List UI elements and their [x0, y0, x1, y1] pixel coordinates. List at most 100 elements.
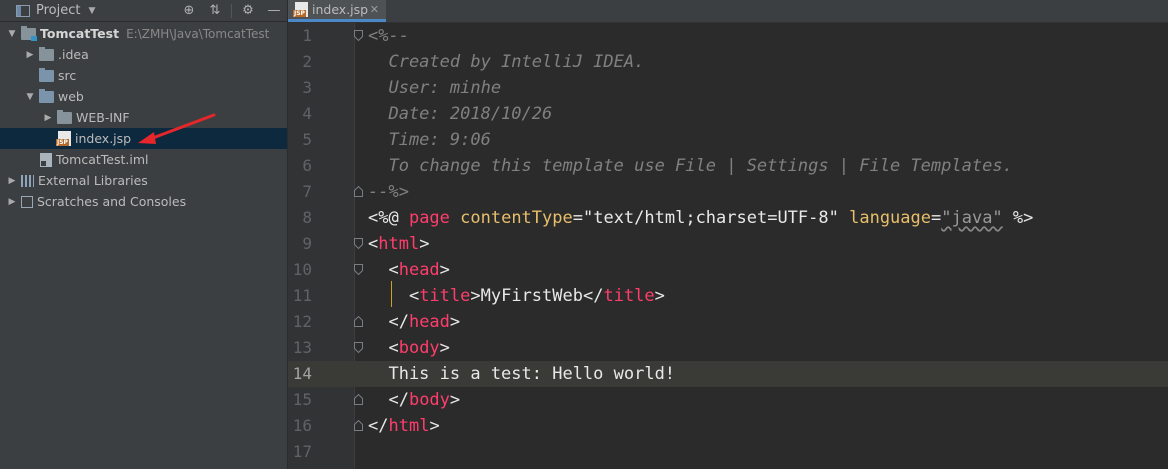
code-token: Date: 2018/10/26 [368, 104, 553, 124]
tree-item-src[interactable]: src [0, 65, 287, 86]
tree-item-tomcattest[interactable]: ▼ TomcatTest E:\ZMH\Java\TomcatTest [0, 23, 287, 44]
chevron-down-icon[interactable]: ▼ [24, 92, 36, 102]
code-text: <title>MyFirstWeb</title> [368, 283, 665, 309]
code-token: contentType [460, 208, 573, 228]
line-number: 7 [302, 182, 312, 201]
code-token: </ [368, 390, 409, 410]
tree-item-label: WEB-INF [76, 110, 130, 125]
code-text: <body> [368, 335, 449, 361]
code-token: body [408, 390, 450, 410]
code-line[interactable]: 6 To change this template use File | Set… [288, 153, 1168, 179]
code-token: = [931, 208, 942, 228]
line-number: 11 [292, 286, 312, 305]
code-text: --%> [368, 179, 409, 205]
chevron-down-icon[interactable]: ▼ [88, 6, 95, 16]
code-token: > [449, 312, 461, 332]
iml-file-icon [40, 152, 52, 167]
code-line[interactable]: 17 [288, 439, 1168, 465]
fold-open-icon[interactable] [354, 238, 363, 249]
code-line[interactable]: 3 User: minhe [288, 75, 1168, 101]
tree-item-scratches[interactable]: ▶ Scratches and Consoles [0, 191, 287, 212]
fold-open-icon[interactable] [354, 30, 363, 41]
scratches-icon [21, 195, 33, 208]
code-line[interactable]: 7 --%> [288, 179, 1168, 205]
annotation-arrow [138, 113, 216, 144]
project-view-selector[interactable]: Project [36, 3, 80, 18]
code-line[interactable]: 14 This is a test: Hello world! [288, 361, 1168, 387]
tree-item-label: TomcatTest.iml [56, 152, 149, 167]
line-number: 16 [292, 416, 312, 435]
code-line[interactable]: 9 <html> [288, 231, 1168, 257]
code-line[interactable]: 4 Date: 2018/10/26 [288, 101, 1168, 127]
code-text: </head> [368, 309, 460, 335]
jsp-file-icon: JSP [56, 131, 71, 146]
hide-panel-icon[interactable]: — [261, 3, 287, 18]
chevron-right-icon[interactable]: ▶ [42, 113, 54, 123]
tree-item-web[interactable]: ▼ web [0, 86, 287, 107]
code-editor[interactable]: 1 <%-- 2 Created by IntelliJ IDEA. 3 User: … [288, 23, 1168, 469]
line-number: 3 [302, 78, 312, 97]
code-line[interactable]: 2 Created by IntelliJ IDEA. [288, 49, 1168, 75]
code-token: head [408, 312, 450, 332]
code-text: Created by IntelliJ IDEA. [368, 49, 644, 75]
code-token: > [449, 390, 461, 410]
code-line[interactable]: 13 <body> [288, 335, 1168, 361]
code-line[interactable]: 16 </html> [288, 413, 1168, 439]
code-token: User: minhe [368, 78, 502, 98]
line-number: 4 [302, 104, 312, 123]
tree-item-path: E:\ZMH\Java\TomcatTest [126, 26, 270, 41]
chevron-right-icon[interactable]: ▶ [24, 50, 36, 60]
project-panel-header: Project ▼ ⊕ ⇅ ⚙ — [0, 0, 287, 22]
fold-open-icon[interactable] [354, 342, 363, 353]
code-token: > [439, 260, 450, 280]
tree-item-idea[interactable]: ▶ .idea [0, 44, 287, 65]
fold-close-icon[interactable] [354, 394, 363, 405]
code-text: To change this template use File | Setti… [368, 153, 1013, 179]
code-text: User: minhe [368, 75, 501, 101]
tree-item-external-libraries[interactable]: ▶ External Libraries [0, 170, 287, 191]
tab-index-jsp[interactable]: JSP index.jsp ✕ [288, 0, 386, 22]
code-line[interactable]: 5 Time: 9:06 [288, 127, 1168, 153]
fold-close-icon[interactable] [354, 420, 363, 431]
fold-close-icon[interactable] [354, 316, 363, 327]
code-line[interactable]: 15 </body> [288, 387, 1168, 413]
tree-item-tomcattest-iml[interactable]: TomcatTest.iml [0, 149, 287, 170]
code-token: "java" [941, 208, 1003, 228]
code-text: Time: 9:06 [368, 127, 490, 153]
chevron-right-icon[interactable]: ▶ [6, 197, 18, 207]
line-number: 2 [302, 52, 312, 71]
fold-close-icon[interactable] [354, 186, 363, 197]
line-number: 15 [292, 390, 312, 409]
chevron-down-icon[interactable]: ▼ [6, 29, 18, 39]
code-line[interactable]: 8 <%@ page contentType="text/html;charset… [288, 205, 1168, 231]
code-token: <%@ [368, 208, 409, 228]
code-text: Date: 2018/10/26 [368, 101, 552, 127]
close-icon[interactable]: ✕ [370, 3, 379, 16]
locate-file-icon[interactable]: ⊕ [176, 3, 202, 18]
tab-label: index.jsp [312, 2, 369, 17]
code-token: To change this template use File | Setti… [368, 156, 1013, 176]
library-icon [21, 174, 34, 187]
fold-open-icon[interactable] [354, 264, 363, 275]
code-text: <head> [368, 257, 450, 283]
code-line[interactable]: 1 <%-- [288, 23, 1168, 49]
gear-icon[interactable]: ⚙ [235, 3, 261, 18]
line-number: 8 [302, 208, 312, 227]
code-line[interactable]: 11 <title>MyFirstWeb</title> [288, 283, 1168, 309]
code-line[interactable]: 10 <head> [288, 257, 1168, 283]
code-token: %> [1002, 208, 1034, 228]
code-line[interactable]: 12 </head> [288, 309, 1168, 335]
code-token: > [429, 416, 440, 436]
code-token: MyFirstWeb [480, 286, 583, 306]
code-token: body [398, 338, 440, 358]
code-token: page [408, 208, 461, 228]
collapse-all-icon[interactable]: ⇅ [202, 3, 228, 18]
tree-item-label: src [58, 68, 77, 83]
line-number: 12 [292, 312, 312, 331]
code-text: This is a test: Hello world! [368, 361, 675, 387]
chevron-right-icon[interactable]: ▶ [6, 176, 18, 186]
code-text: </body> [368, 387, 460, 413]
web-folder-icon [39, 88, 54, 103]
code-token: --%> [368, 182, 409, 202]
